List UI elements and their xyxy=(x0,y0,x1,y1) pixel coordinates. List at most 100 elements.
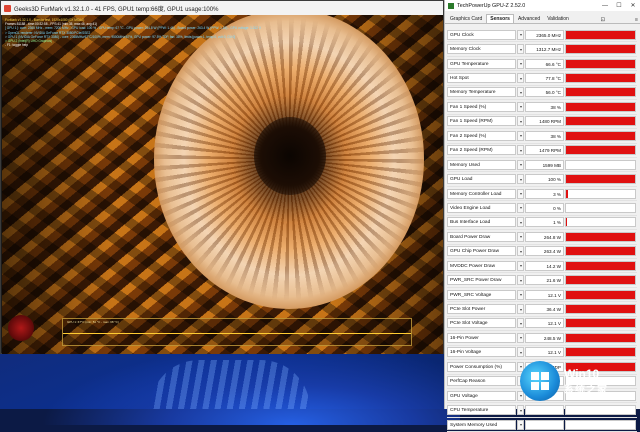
sensor-value: 3 % xyxy=(525,188,564,199)
sensor-dropdown-icon[interactable] xyxy=(517,174,524,185)
sensor-dropdown-icon[interactable] xyxy=(517,246,524,257)
sensor-value: 12.1 V xyxy=(525,289,564,300)
sensor-row: Memory Controller Load 3 % xyxy=(447,187,637,202)
sensor-label: Memory Clock xyxy=(447,44,516,55)
close-button[interactable]: ✕ xyxy=(626,2,640,9)
gpuz-window[interactable]: TechPowerUp GPU-Z 2.52.0 — ☐ ✕ Graphics … xyxy=(444,0,640,432)
sensor-dropdown-icon[interactable] xyxy=(517,318,524,329)
sensor-label: Fan 1 Speed (RPM) xyxy=(447,116,516,127)
sensor-dropdown-icon[interactable] xyxy=(517,29,524,40)
sensor-dropdown-icon[interactable] xyxy=(517,419,524,430)
windows-logo-icon xyxy=(520,361,560,401)
tab-sensors[interactable]: Sensors xyxy=(486,14,514,23)
sensor-graph xyxy=(565,101,636,112)
sensor-graph xyxy=(565,304,636,315)
menu-icon[interactable]: ≡ xyxy=(633,17,640,23)
sensor-dropdown-icon[interactable] xyxy=(517,73,524,84)
sensor-row: PCIe Slot Power 36.4 W xyxy=(447,302,637,317)
sensor-graph-fill xyxy=(566,276,635,285)
minimize-button[interactable]: — xyxy=(598,3,612,9)
sensor-row: GPU Clock 2365.0 MHz xyxy=(447,28,637,43)
sensor-row: CPU Temperature xyxy=(447,403,637,418)
sensor-dropdown-icon[interactable] xyxy=(517,202,524,213)
sensor-dropdown-icon[interactable] xyxy=(517,58,524,69)
sensor-graph xyxy=(565,174,636,185)
gpuz-titlebar[interactable]: TechPowerUp GPU-Z 2.52.0 — ☐ ✕ xyxy=(445,0,640,11)
sensor-dropdown-icon[interactable] xyxy=(517,347,524,358)
sensor-row: PWR_SRC Power Draw 21.6 W xyxy=(447,273,637,288)
watermark-line2: 系统之家 xyxy=(564,384,608,396)
sensor-label: PWR_SRC Voltage xyxy=(447,289,516,300)
sensor-dropdown-icon[interactable] xyxy=(517,405,524,416)
sensor-row: 16-Pin Power 248.5 W xyxy=(447,331,637,346)
sensor-dropdown-icon[interactable] xyxy=(517,87,524,98)
sensor-dropdown-icon[interactable] xyxy=(517,260,524,271)
sensor-graph-fill xyxy=(566,348,635,357)
sensor-dropdown-icon[interactable] xyxy=(517,231,524,242)
sensor-dropdown-icon[interactable] xyxy=(517,217,524,228)
furmark-titlebar[interactable]: Geeks3D FurMark v1.32.1.0 - 41 FPS, GPU1… xyxy=(1,1,443,15)
sensor-dropdown-icon[interactable] xyxy=(517,332,524,343)
tab-validation[interactable]: Validation xyxy=(544,15,572,23)
sensor-dropdown-icon[interactable] xyxy=(517,275,524,286)
sensor-graph-fill xyxy=(566,74,635,83)
sensor-label: GPU Voltage xyxy=(447,390,516,401)
sensor-value: 1599 MB xyxy=(525,159,564,170)
sensor-graph-fill xyxy=(566,146,635,155)
sensor-dropdown-icon[interactable] xyxy=(517,188,524,199)
sensor-row: Board Power Draw 264.8 W xyxy=(447,230,637,245)
sensor-row: Fan 1 Speed (RPM) 1480 RPM xyxy=(447,115,637,130)
sensor-value: 36.4 W xyxy=(525,304,564,315)
sensor-label: Bus Interface Load xyxy=(447,217,516,228)
sensor-graph-fill xyxy=(566,30,635,39)
sensor-value: 56.0 °C xyxy=(525,87,564,98)
sensor-value: 100 % xyxy=(525,174,564,185)
screenshot-icon[interactable]: ⊡ xyxy=(598,17,607,23)
tab-advanced[interactable]: Advanced xyxy=(515,15,543,23)
watermark-line1: Win10 xyxy=(564,366,600,381)
sensor-graph xyxy=(565,347,636,358)
sensor-label: CPU Temperature xyxy=(447,405,516,416)
sensor-value: 248.5 W xyxy=(525,332,564,343)
furmark-render-canvas[interactable]: FurMark v1.32.1.0 - Burn-in test, 1920x1… xyxy=(2,15,443,354)
sensor-graph-fill xyxy=(566,117,635,126)
sensor-dropdown-icon[interactable] xyxy=(517,101,524,112)
sensor-row: Fan 2 Speed (RPM) 1479 RPM xyxy=(447,144,637,158)
watermark-text: Win10 系统之家 xyxy=(564,367,608,396)
sensor-label: Memory Controller Load xyxy=(447,188,516,199)
furmark-window[interactable]: Geeks3D FurMark v1.32.1.0 - 41 FPS, GPU1… xyxy=(0,0,444,354)
sensor-label: MVDDC Power Draw xyxy=(447,260,516,271)
sensor-row: PCIe Slot Voltage 12.1 V xyxy=(447,317,637,332)
sensor-graph xyxy=(565,44,636,55)
sensor-dropdown-icon[interactable] xyxy=(517,159,524,170)
sensor-dropdown-icon[interactable] xyxy=(517,44,524,55)
sensor-dropdown-icon[interactable] xyxy=(517,304,524,315)
maximize-button[interactable]: ☐ xyxy=(612,2,626,9)
sensor-dropdown-icon[interactable] xyxy=(517,130,524,141)
sensor-dropdown-icon[interactable] xyxy=(517,289,524,300)
sensor-graph xyxy=(565,260,636,271)
temperature-graph: GPU 1: 67°C (min: 51 °C - max: 68 °C) xyxy=(62,318,412,346)
windows-bloom-ribbons xyxy=(150,360,310,409)
sensor-dropdown-icon[interactable] xyxy=(517,145,524,156)
osd-line: - F1: toggle help xyxy=(5,43,29,48)
tab-graphics-card[interactable]: Graphics Card xyxy=(447,15,485,23)
osd-line: [ GPU 1 ]: core: 2365 MHz - mem: 7200 MH… xyxy=(5,26,262,31)
sensor-row: GPU Temperature 66.6 °C xyxy=(447,57,637,72)
sensor-dropdown-icon[interactable] xyxy=(517,116,524,127)
sensor-value xyxy=(525,419,564,430)
sensor-label: Memory Used xyxy=(447,159,516,170)
sensor-value: 2365.0 MHz xyxy=(525,29,564,40)
sensor-row: System Memory Used xyxy=(447,418,637,432)
sensor-graph xyxy=(565,73,636,84)
sensor-graph xyxy=(565,289,636,300)
sensor-label: GPU Chip Power Draw xyxy=(447,246,516,257)
sensor-value: 264.8 W xyxy=(525,231,564,242)
sensor-label: GPU Clock xyxy=(447,29,516,40)
sensor-label: Fan 2 Speed (RPM) xyxy=(447,145,516,156)
sensor-label: Fan 1 Speed (%) xyxy=(447,101,516,112)
sensor-graph-fill xyxy=(566,131,635,140)
sensor-value: 77.8 °C xyxy=(525,73,564,84)
furmark-title: Geeks3D FurMark v1.32.1.0 - 41 FPS, GPU1… xyxy=(14,6,219,13)
sensor-graph-fill xyxy=(566,232,635,241)
